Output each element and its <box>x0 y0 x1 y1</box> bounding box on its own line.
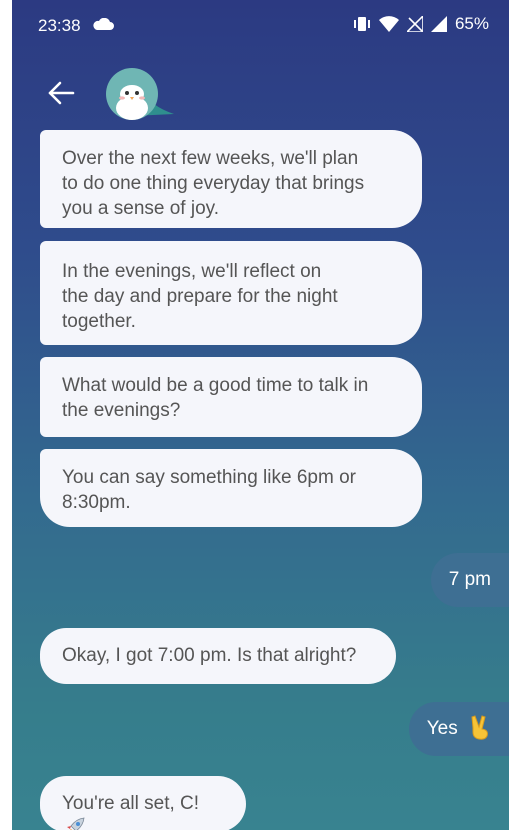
arrow-left-icon[interactable] <box>46 80 76 106</box>
bot-message: What would be a good time to talk in the… <box>40 357 422 437</box>
rocket-icon <box>67 817 85 830</box>
message-text: Yes <box>426 718 458 739</box>
message-line: you a sense of joy. <box>62 198 220 219</box>
battery-level: 65% <box>454 14 489 33</box>
bot-message: In the evenings, we'll reflect on the da… <box>40 241 422 345</box>
user-message: Yes <box>408 702 509 756</box>
chat-header <box>12 58 509 126</box>
status-icons: 65% <box>353 14 489 34</box>
bot-message: You're all set, C! <box>40 776 246 830</box>
chat-screen: 23:38 65% Over the next few weeks, we'll… <box>12 0 509 830</box>
message-line: What would be a good time to talk in <box>62 375 369 396</box>
bot-message: You can say something like 6pm or 8:30pm… <box>40 449 422 527</box>
bot-message: Okay, I got 7:00 pm. Is that alright? <box>40 628 396 684</box>
message-line: together. <box>62 311 136 332</box>
signal-icon <box>430 16 447 32</box>
message-line: Okay, I got 7:00 pm. Is that alright? <box>62 645 357 666</box>
penguin-avatar[interactable] <box>102 64 174 120</box>
user-message: 7 pm <box>430 553 509 607</box>
message-line: You can say something like 6pm or <box>62 467 356 488</box>
message-line: 8:30pm. <box>62 492 131 513</box>
bot-message: Over the next few weeks, we'll plan to d… <box>40 130 422 228</box>
status-time: 23:38 <box>38 16 81 35</box>
message-line: You're all set, C! <box>62 793 200 814</box>
message-line: the day and prepare for the night <box>62 286 338 307</box>
message-line: In the evenings, we'll reflect on <box>62 261 322 282</box>
message-line: the evenings? <box>62 400 181 421</box>
status-bar: 23:38 65% <box>12 0 509 52</box>
cloud-icon <box>93 18 114 30</box>
victory-hand-icon <box>471 715 488 740</box>
message-text: 7 pm <box>448 569 491 590</box>
wifi-icon <box>378 16 399 32</box>
message-line: Over the next few weeks, we'll plan <box>62 148 359 169</box>
vibrate-icon <box>353 17 370 31</box>
message-line: to do one thing everyday that brings <box>62 173 365 194</box>
no-sim-icon <box>406 16 423 32</box>
